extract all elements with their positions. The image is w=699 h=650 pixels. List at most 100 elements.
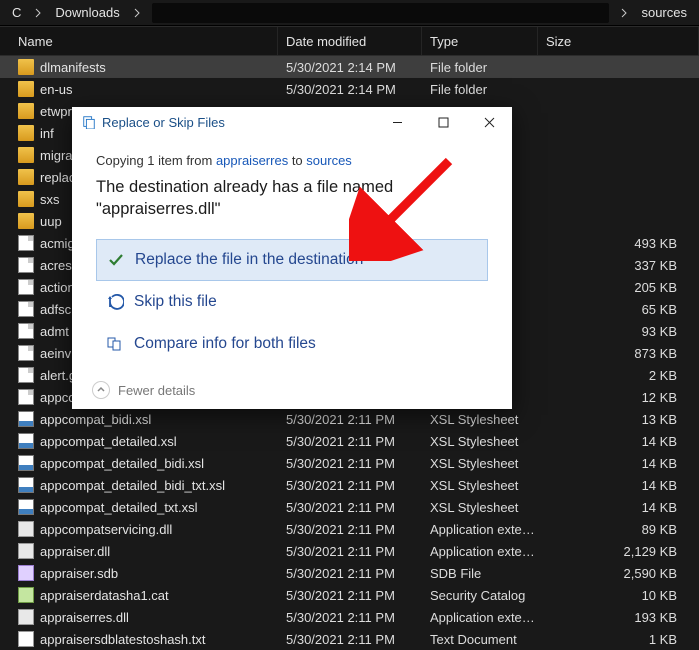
file-type: File folder <box>422 60 538 75</box>
minimize-button[interactable] <box>374 107 420 137</box>
table-row[interactable]: appcompatservicing.dll5/30/2021 2:11 PMA… <box>0 518 699 540</box>
xsl-icon <box>18 411 34 427</box>
file-icon <box>18 301 34 317</box>
file-size: 14 KB <box>538 456 699 471</box>
txt-icon <box>18 631 34 647</box>
file-type: XSL Stylesheet <box>422 412 538 427</box>
breadcrumb-item[interactable]: Downloads <box>49 0 125 25</box>
folder-icon <box>18 169 34 185</box>
conflict-message: The destination already has a file named… <box>96 176 488 221</box>
file-date: 5/30/2021 2:14 PM <box>278 60 422 75</box>
file-size: 2,590 KB <box>538 566 699 581</box>
file-size: 12 KB <box>538 390 699 405</box>
chevron-right-icon <box>613 0 635 25</box>
col-type[interactable]: Type <box>422 27 538 55</box>
file-date: 5/30/2021 2:11 PM <box>278 588 422 603</box>
xsl-icon <box>18 477 34 493</box>
table-row[interactable]: appcompat_bidi.xsl5/30/2021 2:11 PMXSL S… <box>0 408 699 430</box>
breadcrumb-item[interactable]: C <box>6 0 27 25</box>
table-row[interactable]: appraiserdatasha1.cat 5/30/2021 2:11 PMSe… <box>0 584 699 606</box>
file-date: 5/30/2021 2:11 PM <box>278 522 422 537</box>
file-date: 5/30/2021 2:11 PM <box>278 544 422 559</box>
file-name: replac <box>40 170 75 185</box>
option-replace[interactable]: Replace the file in the destination <box>96 239 488 281</box>
file-size: 2,129 KB <box>538 544 699 559</box>
file-size: 205 KB <box>538 280 699 295</box>
close-button[interactable] <box>466 107 512 137</box>
chevron-right-icon <box>27 0 49 25</box>
table-row[interactable]: appcompat_detailed_bidi_txt.xsl 5/30/2021… <box>0 474 699 496</box>
table-row[interactable]: en-us 5/30/2021 2:14 PMFile folder <box>0 78 699 100</box>
table-row[interactable]: appcompat_detailed_bidi.xsl5/30/2021 2:1… <box>0 452 699 474</box>
chevron-up-icon <box>92 381 110 399</box>
sdb-icon <box>18 565 34 581</box>
folder-icon <box>18 125 34 141</box>
skip-icon <box>106 293 124 311</box>
table-row[interactable]: appcompat_detailed.xsl5/30/2021 2:11 PMX… <box>0 430 699 452</box>
file-name: appraiserres.dll <box>40 610 129 625</box>
breadcrumb-item[interactable]: sources <box>635 0 693 25</box>
file-type: XSL Stylesheet <box>422 500 538 515</box>
col-name[interactable]: Name <box>0 27 278 55</box>
option-compare[interactable]: Compare info for both files <box>96 323 488 365</box>
table-row[interactable]: appraiser.sdb5/30/2021 2:11 PMSDB File2,… <box>0 562 699 584</box>
table-row[interactable]: appraiser.dll5/30/2021 2:11 PMApplicatio… <box>0 540 699 562</box>
source-link[interactable]: appraiserres <box>216 153 288 168</box>
file-name: appcompatservicing.dll <box>40 522 172 537</box>
file-name: acmig <box>40 236 75 251</box>
dest-link[interactable]: sources <box>306 153 352 168</box>
file-name: dlmanifests <box>40 60 106 75</box>
file-name: alert.g <box>40 368 76 383</box>
dll-icon <box>18 543 34 559</box>
folder-icon <box>18 81 34 97</box>
maximize-button[interactable] <box>420 107 466 137</box>
file-name: admt <box>40 324 69 339</box>
fewer-details-toggle[interactable]: Fewer details <box>92 381 195 399</box>
copy-status-text: Copying 1 item from appraiserres to sour… <box>96 153 488 168</box>
xsl-icon <box>18 499 34 515</box>
col-date[interactable]: Date modified <box>278 27 422 55</box>
file-size: 14 KB <box>538 500 699 515</box>
file-size: 10 KB <box>538 588 699 603</box>
copy-icon <box>82 115 96 129</box>
file-name: appraiserdatasha1.cat <box>40 588 169 603</box>
file-name: en-us <box>40 82 73 97</box>
file-type: Application exten... <box>422 610 538 625</box>
breadcrumb[interactable]: C Downloads sources <box>0 0 699 26</box>
table-row[interactable]: dlmanifests 5/30/2021 2:14 PMFile folder <box>0 56 699 78</box>
dll-icon <box>18 521 34 537</box>
table-row[interactable]: appraisersdblatestoshash.txt5/30/2021 2:… <box>0 628 699 650</box>
table-row[interactable]: appcompat_detailed_txt.xsl5/30/2021 2:11… <box>0 496 699 518</box>
file-name: aeinv <box>40 346 71 361</box>
replace-skip-dialog: Replace or Skip Files Copying 1 item fro… <box>72 107 512 409</box>
folder-icon <box>18 59 34 75</box>
file-name: adfsc <box>40 302 71 317</box>
col-size[interactable]: Size <box>538 27 699 55</box>
xsl-icon <box>18 455 34 471</box>
option-skip[interactable]: Skip this file <box>96 281 488 323</box>
file-type: Text Document <box>422 632 538 647</box>
file-name: appcompat_detailed_bidi_txt.xsl <box>40 478 225 493</box>
file-name: migra <box>40 148 73 163</box>
file-date: 5/30/2021 2:11 PM <box>278 478 422 493</box>
file-name: appcompat_detailed_txt.xsl <box>40 500 198 515</box>
file-name: inf <box>40 126 54 141</box>
xsl-icon <box>18 433 34 449</box>
file-type: Security Catalog <box>422 588 538 603</box>
file-type: SDB File <box>422 566 538 581</box>
cat-icon <box>18 587 34 603</box>
file-date: 5/30/2021 2:11 PM <box>278 632 422 647</box>
file-icon <box>18 235 34 251</box>
folder-icon <box>18 147 34 163</box>
file-icon <box>18 279 34 295</box>
file-name: appraiser.sdb <box>40 566 118 581</box>
file-icon <box>18 257 34 273</box>
file-type: File folder <box>422 82 538 97</box>
file-date: 5/30/2021 2:14 PM <box>278 82 422 97</box>
window-controls <box>374 107 512 137</box>
breadcrumb-redacted <box>152 3 610 23</box>
file-size: 89 KB <box>538 522 699 537</box>
file-size: 13 KB <box>538 412 699 427</box>
table-row[interactable]: appraiserres.dll5/30/2021 2:11 PMApplica… <box>0 606 699 628</box>
file-size: 14 KB <box>538 478 699 493</box>
